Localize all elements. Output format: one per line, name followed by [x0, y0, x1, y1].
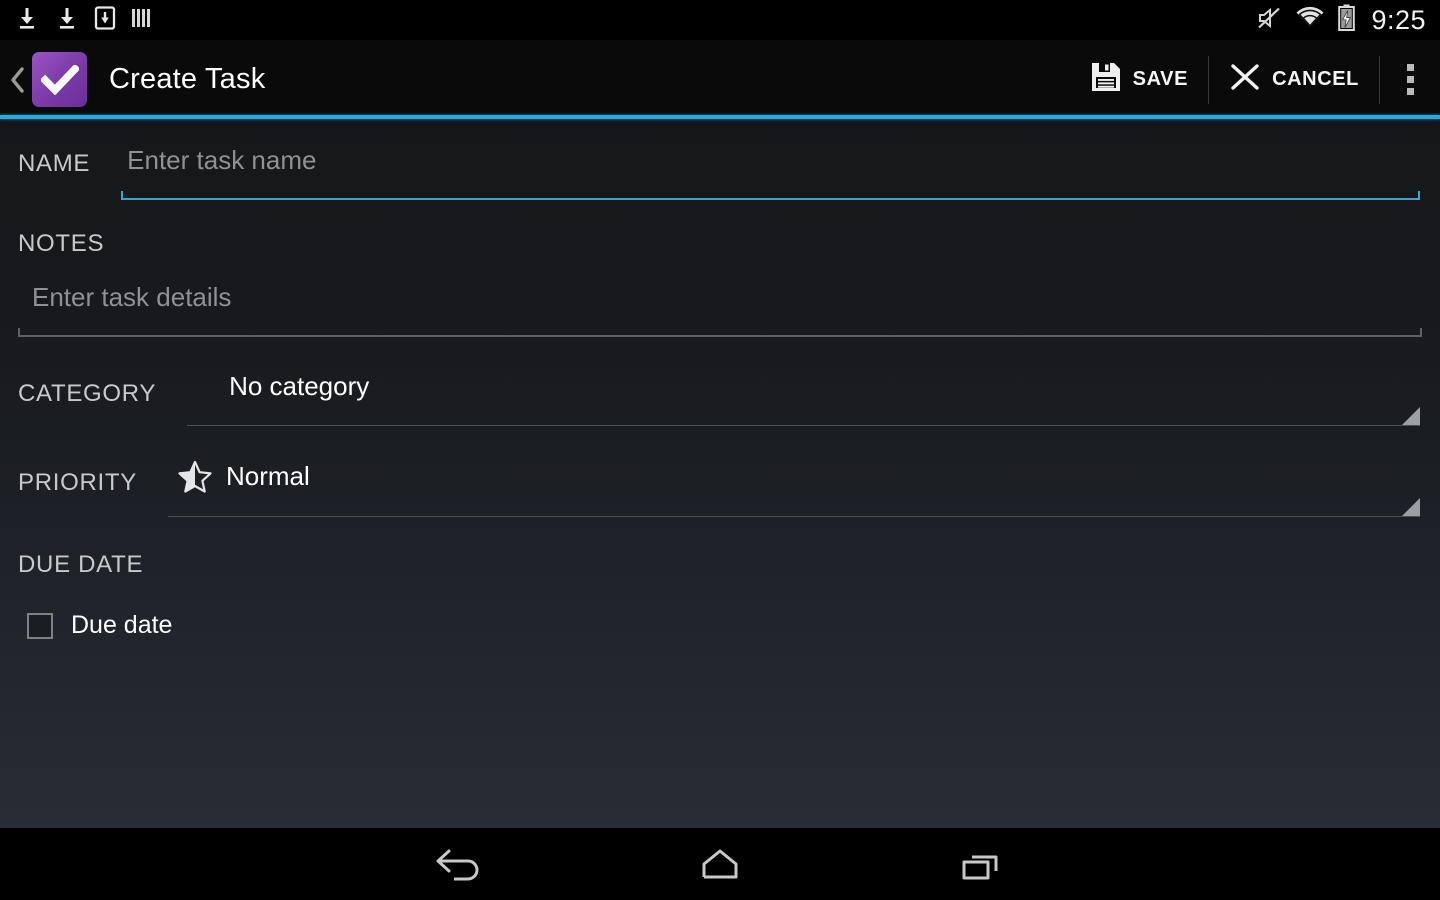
- volume-mute-icon: [1256, 5, 1282, 36]
- save-button[interactable]: SAVE: [1070, 52, 1208, 108]
- priority-underline: [167, 498, 1420, 517]
- name-label: NAME: [18, 150, 91, 177]
- back-chevron-icon[interactable]: [6, 65, 30, 95]
- android-screen: 9:25 Create Task SAVE CANCEL NAME Enter …: [0, 0, 1440, 900]
- spinner-caret-icon: [1402, 498, 1420, 516]
- checkmark-app-icon[interactable]: [32, 52, 87, 107]
- cancel-button[interactable]: CANCEL: [1209, 52, 1379, 108]
- category-underline: [187, 407, 1420, 426]
- notes-underline: [18, 327, 1422, 337]
- floppy-disk-icon: [1090, 61, 1122, 98]
- overflow-dot: [1406, 76, 1414, 83]
- category-spinner[interactable]: No category: [187, 371, 1420, 426]
- due-date-checkbox-label: Due date: [71, 611, 173, 639]
- spinner-caret-icon: [1402, 407, 1420, 425]
- overflow-dot: [1406, 64, 1414, 71]
- priority-spinner-content: Normal: [168, 460, 1420, 505]
- recents-nav-icon[interactable]: [935, 836, 1025, 892]
- download-arrow-icon: [14, 5, 40, 36]
- name-input-placeholder: Enter task name: [127, 145, 317, 175]
- overflow-menu-icon[interactable]: [1380, 52, 1440, 108]
- status-clock: 9:25: [1371, 4, 1426, 35]
- name-input[interactable]: Enter task name: [121, 143, 1420, 200]
- notes-label-row: NOTES: [18, 200, 1422, 258]
- underline-tick-right: [1418, 191, 1420, 200]
- save-label: SAVE: [1132, 68, 1189, 90]
- home-nav-icon[interactable]: [675, 836, 765, 892]
- due-date-checkbox-row[interactable]: Due date: [18, 579, 1422, 640]
- action-bar-buttons: SAVE CANCEL: [1070, 40, 1440, 119]
- priority-label: PRIORITY: [18, 469, 137, 496]
- notification-icons: [14, 5, 154, 36]
- action-bar: Create Task SAVE CANCEL: [0, 40, 1440, 119]
- priority-row: PRIORITY Normal: [18, 426, 1422, 517]
- battery-charging-icon: [1338, 4, 1356, 36]
- page-title: Create Task: [109, 63, 266, 95]
- task-form: NAME Enter task name NOTES Enter task de…: [0, 119, 1440, 828]
- underline-tick-right: [1420, 328, 1422, 337]
- priority-spinner[interactable]: Normal: [167, 460, 1420, 517]
- category-spinner-content: No category: [187, 371, 1420, 414]
- category-value: No category: [229, 371, 370, 401]
- category-label: CATEGORY: [18, 380, 157, 407]
- overflow-dot: [1406, 88, 1414, 95]
- underline-bar: [167, 516, 1420, 517]
- download-box-icon: [94, 5, 116, 36]
- navigation-bar: [0, 828, 1440, 900]
- back-nav-icon[interactable]: [415, 836, 505, 892]
- due-date-label: DUE DATE: [18, 551, 144, 578]
- underline-bar: [121, 198, 1420, 200]
- barcode-icon: [130, 5, 154, 36]
- close-x-icon: [1229, 61, 1261, 98]
- name-underline: [121, 190, 1420, 200]
- priority-value: Normal: [225, 461, 310, 491]
- download-arrow-icon: [54, 5, 80, 36]
- half-star-icon: [178, 460, 212, 493]
- wifi-icon: [1295, 6, 1325, 35]
- underline-bar: [187, 425, 1420, 426]
- notes-input-placeholder: Enter task details: [32, 282, 232, 312]
- system-status-icons: 9:25: [1256, 4, 1426, 36]
- notes-input[interactable]: Enter task details: [18, 280, 1422, 337]
- category-row: CATEGORY No category: [18, 337, 1422, 426]
- due-date-checkbox[interactable]: [27, 612, 53, 639]
- name-row: NAME Enter task name: [18, 119, 1422, 200]
- status-bar: 9:25: [0, 0, 1440, 40]
- due-date-label-row: DUE DATE: [18, 517, 1422, 579]
- notes-label: NOTES: [18, 230, 105, 257]
- cancel-label: CANCEL: [1272, 68, 1359, 90]
- underline-bar: [18, 335, 1422, 337]
